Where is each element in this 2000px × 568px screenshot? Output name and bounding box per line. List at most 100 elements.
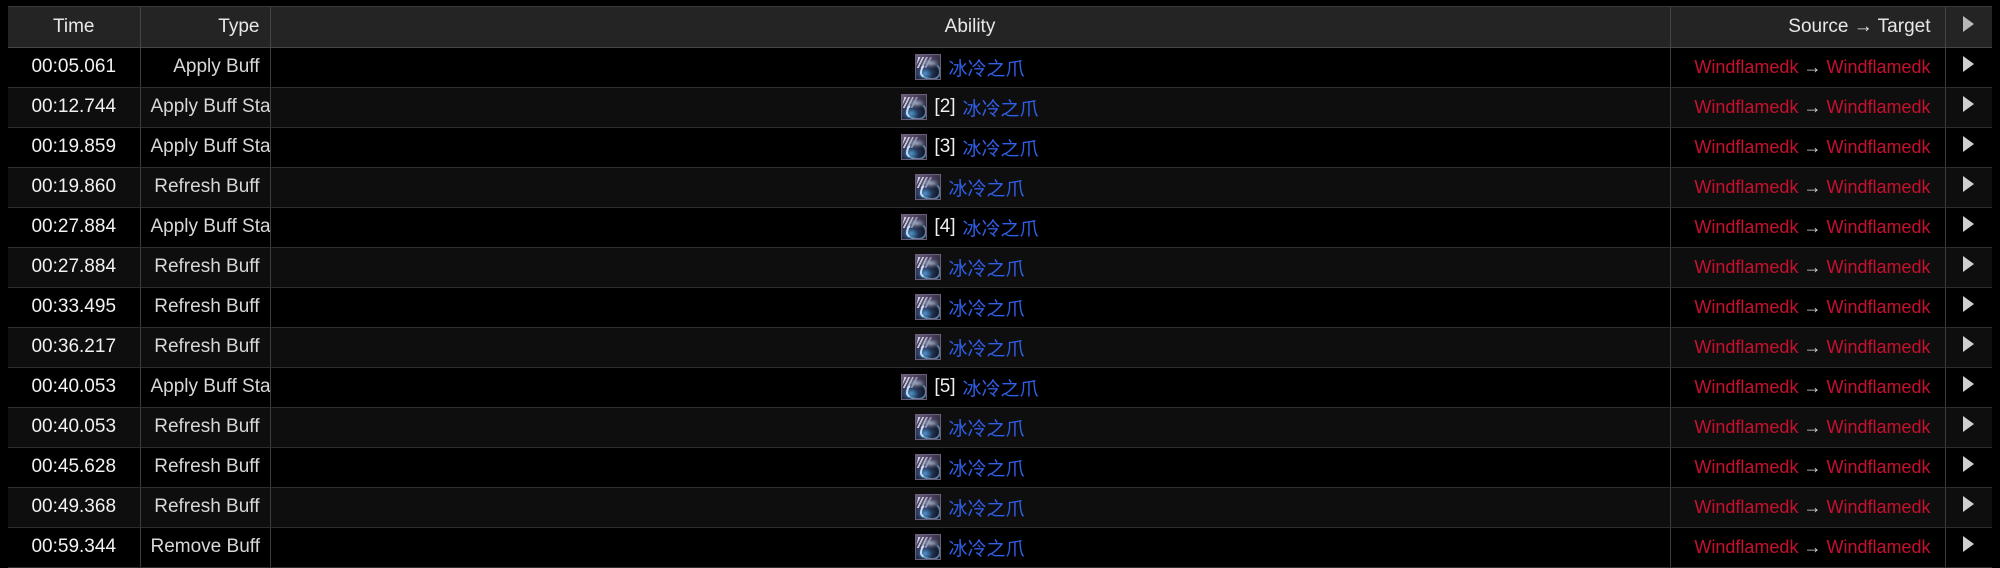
ability-name-link[interactable]: 冰冷之爪 — [948, 294, 1024, 321]
ability-name-link[interactable]: 冰冷之爪 — [948, 414, 1024, 441]
ability-name-link[interactable]: 冰冷之爪 — [963, 214, 1039, 241]
cell-ability: 冰冷之爪 — [270, 527, 1671, 568]
cell-expand[interactable] — [1945, 287, 1992, 328]
target-player-link[interactable]: Windflamedk — [1826, 97, 1930, 117]
table-header: Time Type Ability Source → Target — [8, 7, 1992, 48]
cell-expand[interactable] — [1945, 487, 1992, 528]
chilled-claw-ability-icon[interactable] — [915, 334, 942, 360]
table-row[interactable]: 00:59.344 Remove Buff 冰冷之爪 Windflamedk → Wind… — [8, 527, 1992, 568]
cell-expand[interactable] — [1945, 207, 1992, 248]
chilled-claw-ability-icon[interactable] — [915, 414, 942, 440]
target-player-link[interactable]: Windflamedk — [1826, 537, 1930, 557]
source-player-link[interactable]: Windflamedk — [1694, 217, 1798, 237]
source-player-link[interactable]: Windflamedk — [1694, 537, 1798, 557]
ability-name-link[interactable]: 冰冷之爪 — [963, 134, 1039, 161]
source-player-link[interactable]: Windflamedk — [1694, 97, 1798, 117]
source-player-link[interactable]: Windflamedk — [1694, 57, 1798, 77]
ability-name-link[interactable]: 冰冷之爪 — [948, 334, 1024, 361]
target-player-link[interactable]: Windflamedk — [1826, 57, 1930, 77]
column-header-ability[interactable]: Ability — [270, 7, 1671, 48]
cell-ability: [5] 冰冷之爪 — [270, 367, 1671, 408]
target-player-link[interactable]: Windflamedk — [1826, 177, 1930, 197]
target-player-link[interactable]: Windflamedk — [1826, 297, 1930, 317]
ability-entry: 冰冷之爪 — [271, 48, 1670, 87]
ability-name-link[interactable]: 冰冷之爪 — [963, 374, 1039, 401]
target-player-link[interactable]: Windflamedk — [1826, 217, 1930, 237]
chilled-claw-ability-icon[interactable] — [915, 54, 942, 80]
table-row[interactable]: 00:45.628 Refresh Buff 冰冷之爪 Windflamedk → Win… — [8, 447, 1992, 488]
table-row[interactable]: 00:33.495 Refresh Buff 冰冷之爪 Windflamedk → Win… — [8, 287, 1992, 328]
cell-time: 00:27.884 — [8, 247, 141, 288]
source-player-link[interactable]: Windflamedk — [1694, 337, 1798, 357]
cell-expand[interactable] — [1945, 447, 1992, 488]
cell-ability: 冰冷之爪 — [270, 447, 1671, 488]
cell-expand[interactable] — [1945, 167, 1992, 208]
cell-type: Apply Buff — [140, 47, 271, 88]
source-player-link[interactable]: Windflamedk — [1694, 497, 1798, 517]
source-player-link[interactable]: Windflamedk — [1694, 137, 1798, 157]
right-arrow-icon: → — [1803, 336, 1822, 357]
column-header-expand[interactable] — [1945, 7, 1992, 48]
source-player-link[interactable]: Windflamedk — [1694, 257, 1798, 277]
play-triangle-icon — [1963, 376, 1975, 392]
ability-name-link[interactable]: 冰冷之爪 — [948, 494, 1024, 521]
chilled-claw-ability-icon[interactable] — [901, 134, 928, 160]
cell-source-target: Windflamedk → Windflamedk — [1670, 47, 1946, 88]
combat-log-panel: Time Type Ability Source → Target 00:05.… — [8, 6, 1992, 568]
table-row[interactable]: 00:19.859Apply Buff Stack [3] 冰冷之爪 Windflam… — [8, 127, 1992, 168]
target-player-link[interactable]: Windflamedk — [1826, 257, 1930, 277]
cell-ability: [4] 冰冷之爪 — [270, 207, 1671, 248]
ability-name-link[interactable]: 冰冷之爪 — [948, 534, 1024, 561]
chilled-claw-ability-icon[interactable] — [915, 534, 942, 560]
chilled-claw-ability-icon[interactable] — [915, 254, 942, 280]
table-row[interactable]: 00:05.061 Apply Buff 冰冷之爪 Windflamedk → Windf… — [8, 47, 1992, 88]
ability-name-link[interactable]: 冰冷之爪 — [948, 174, 1024, 201]
table-row[interactable]: 00:27.884Apply Buff Stack [4] 冰冷之爪 Windflam… — [8, 207, 1992, 248]
source-player-link[interactable]: Windflamedk — [1694, 377, 1798, 397]
table-row[interactable]: 00:19.860 Refresh Buff 冰冷之爪 Windflamedk → Win… — [8, 167, 1992, 208]
cell-expand[interactable] — [1945, 127, 1992, 168]
target-player-link[interactable]: Windflamedk — [1826, 337, 1930, 357]
right-arrow-icon: → — [1803, 456, 1822, 477]
ability-entry: 冰冷之爪 — [271, 528, 1670, 567]
play-triangle-icon — [1963, 496, 1975, 512]
cell-expand[interactable] — [1945, 367, 1992, 408]
table-row[interactable]: 00:40.053Apply Buff Stack [5] 冰冷之爪 Windflam… — [8, 367, 1992, 408]
cell-expand[interactable] — [1945, 407, 1992, 448]
cell-source-target: Windflamedk → Windflamedk — [1670, 487, 1946, 528]
source-player-link[interactable]: Windflamedk — [1694, 457, 1798, 477]
ability-name-link[interactable]: 冰冷之爪 — [948, 54, 1024, 81]
target-player-link[interactable]: Windflamedk — [1826, 377, 1930, 397]
target-player-link[interactable]: Windflamedk — [1826, 137, 1930, 157]
target-player-link[interactable]: Windflamedk — [1826, 497, 1930, 517]
table-row[interactable]: 00:36.217 Refresh Buff 冰冷之爪 Windflamedk → Win… — [8, 327, 1992, 368]
ability-name-link[interactable]: 冰冷之爪 — [963, 94, 1039, 121]
source-player-link[interactable]: Windflamedk — [1694, 297, 1798, 317]
cell-expand[interactable] — [1945, 247, 1992, 288]
table-row[interactable]: 00:40.053 Refresh Buff 冰冷之爪 Windflamedk → Win… — [8, 407, 1992, 448]
cell-expand[interactable] — [1945, 527, 1992, 568]
table-row[interactable]: 00:49.368 Refresh Buff 冰冷之爪 Windflamedk → Win… — [8, 487, 1992, 528]
chilled-claw-ability-icon[interactable] — [915, 294, 942, 320]
column-header-time[interactable]: Time — [8, 7, 141, 48]
source-player-link[interactable]: Windflamedk — [1694, 417, 1798, 437]
table-row[interactable]: 00:12.744Apply Buff Stack [2] 冰冷之爪 Windflam… — [8, 87, 1992, 128]
ability-name-link[interactable]: 冰冷之爪 — [948, 254, 1024, 281]
chilled-claw-ability-icon[interactable] — [901, 94, 928, 120]
target-player-link[interactable]: Windflamedk — [1826, 417, 1930, 437]
cell-expand[interactable] — [1945, 47, 1992, 88]
source-player-link[interactable]: Windflamedk — [1694, 177, 1798, 197]
chilled-claw-ability-icon[interactable] — [915, 454, 942, 480]
column-header-source-target[interactable]: Source → Target — [1670, 7, 1946, 48]
ability-name-link[interactable]: 冰冷之爪 — [948, 454, 1024, 481]
chilled-claw-ability-icon[interactable] — [901, 214, 928, 240]
ability-entry: 冰冷之爪 — [271, 168, 1670, 207]
table-row[interactable]: 00:27.884 Refresh Buff 冰冷之爪 Windflamedk → Win… — [8, 247, 1992, 288]
chilled-claw-ability-icon[interactable] — [901, 374, 928, 400]
cell-expand[interactable] — [1945, 327, 1992, 368]
cell-expand[interactable] — [1945, 87, 1992, 128]
chilled-claw-ability-icon[interactable] — [915, 494, 942, 520]
column-header-type[interactable]: Type — [140, 7, 271, 48]
chilled-claw-ability-icon[interactable] — [915, 174, 942, 200]
target-player-link[interactable]: Windflamedk — [1826, 457, 1930, 477]
